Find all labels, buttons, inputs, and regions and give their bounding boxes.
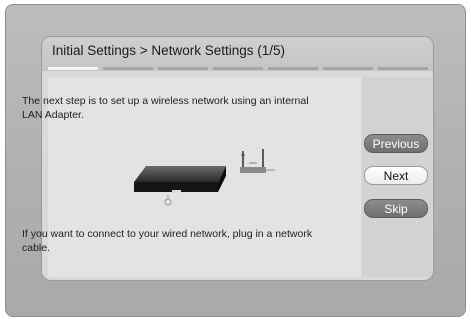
progress-segment <box>323 67 373 70</box>
skip-button[interactable]: Skip <box>364 199 428 218</box>
progress-segment <box>103 67 153 70</box>
blu-ray-player-icon <box>134 166 226 206</box>
previous-button[interactable]: Previous <box>364 134 428 153</box>
step-progress-bar <box>48 67 428 70</box>
progress-segment <box>158 67 208 70</box>
wired-network-message: If you want to connect to your wired net… <box>22 228 313 254</box>
dialog-title: Initial Settings > Network Settings (1/5… <box>52 43 285 58</box>
progress-segment <box>48 67 98 70</box>
next-button[interactable]: Next <box>364 166 428 185</box>
progress-segment <box>378 67 428 70</box>
progress-segment <box>213 67 263 70</box>
progress-segment <box>268 67 318 70</box>
wireless-antenna-icon <box>240 149 275 173</box>
wireless-setup-message: The next step is to set up a wireless ne… <box>22 95 309 121</box>
dialog-header: Initial Settings > Network Settings (1/5… <box>42 37 433 71</box>
